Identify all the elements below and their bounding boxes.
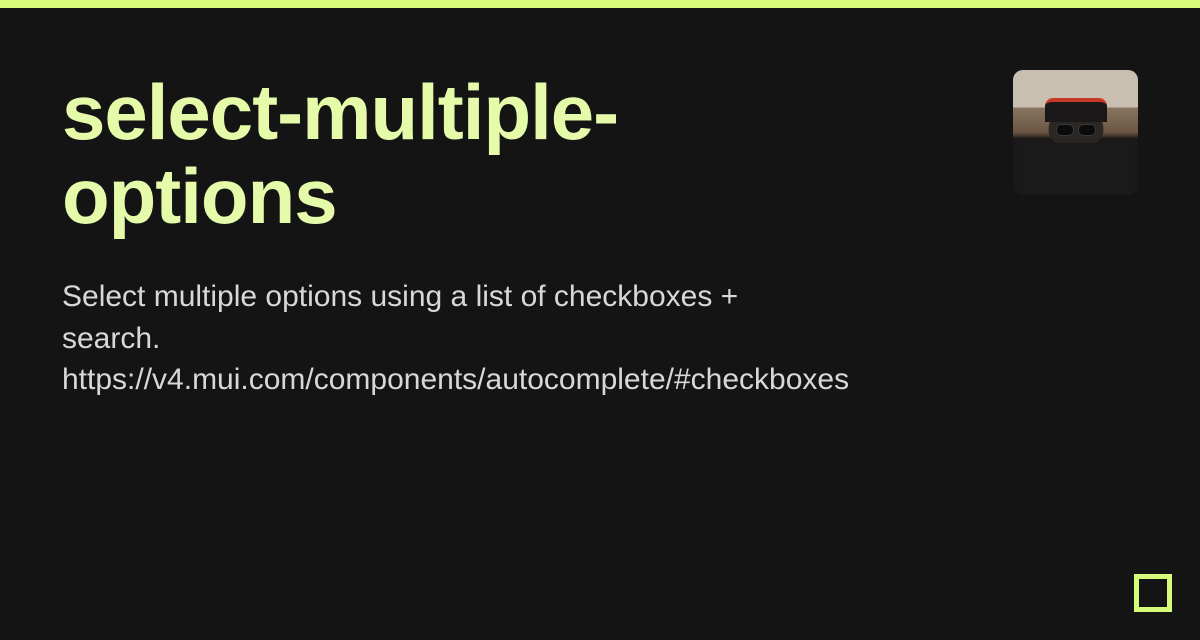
accent-bar bbox=[0, 0, 1200, 8]
card-title: select-multiple-options bbox=[62, 70, 782, 238]
text-block: select-multiple-options Select multiple … bbox=[62, 70, 782, 401]
card-content: select-multiple-options Select multiple … bbox=[0, 8, 1200, 401]
logo-square-icon bbox=[1134, 574, 1172, 612]
avatar bbox=[1013, 70, 1138, 195]
card-description: Select multiple options using a list of … bbox=[62, 276, 742, 400]
avatar-body bbox=[1021, 143, 1131, 195]
avatar-glasses-icon bbox=[1052, 124, 1100, 136]
